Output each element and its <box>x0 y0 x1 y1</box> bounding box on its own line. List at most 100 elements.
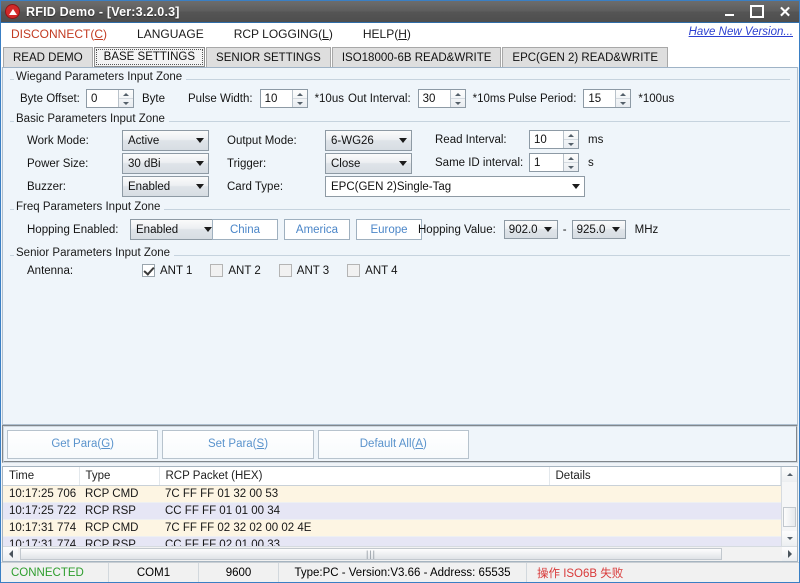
chevron-down-icon[interactable] <box>394 138 411 143</box>
chevron-down-icon[interactable] <box>567 184 584 189</box>
senior-group: Senior Parameters Input Zone <box>10 247 790 262</box>
region-europe-button[interactable]: Europe <box>356 219 422 240</box>
chevron-down-icon[interactable] <box>540 227 557 232</box>
hopping-value-to-select[interactable]: 925.0 <box>571 220 626 239</box>
menu-language[interactable]: LANGUAGE <box>137 26 218 42</box>
hopping-value-unit: MHz <box>634 223 659 236</box>
out-interval-field: Out Interval: *10ms <box>348 89 505 108</box>
tab-senior-settings[interactable]: SENIOR SETTINGS <box>206 47 331 67</box>
buzzer-value: Enabled <box>128 180 171 193</box>
pulse-period-down-icon[interactable] <box>616 99 630 107</box>
freq-group-title: Freq Parameters Input Zone <box>14 201 165 213</box>
close-icon[interactable]: ✕ <box>771 1 799 22</box>
have-new-version-link[interactable]: Have New Version... <box>689 26 793 38</box>
hopping-enabled-select[interactable]: Enabled <box>130 219 217 240</box>
output-mode-field: Output Mode: 6-WG26 <box>227 130 412 151</box>
work-mode-select[interactable]: Active <box>122 130 209 151</box>
out-interval-input[interactable] <box>418 90 450 107</box>
chevron-down-icon[interactable] <box>191 138 208 143</box>
tab-read-demo[interactable]: READ DEMO <box>3 47 93 67</box>
tab-base-settings[interactable]: BASE SETTINGS <box>93 47 206 67</box>
byte-offset-input[interactable] <box>87 90 118 107</box>
out-interval-label: Out Interval: <box>348 92 411 105</box>
log-horizontal-scrollbar[interactable]: ||| <box>3 546 797 561</box>
pulse-period-up-icon[interactable] <box>616 90 631 99</box>
out-interval-up-icon[interactable] <box>450 90 465 99</box>
buzzer-select[interactable]: Enabled <box>122 176 209 197</box>
log-vertical-scrollbar[interactable] <box>781 467 797 546</box>
table-row[interactable]: 10:17:25 706 RCP CMD 7C FF FF 01 32 00 5… <box>3 485 781 503</box>
scroll-down-icon[interactable] <box>782 531 797 546</box>
out-interval-stepper[interactable] <box>417 89 466 108</box>
set-para-button[interactable]: Set Para(S) <box>162 429 314 459</box>
checkbox-checked-icon[interactable] <box>142 264 155 277</box>
chevron-down-icon[interactable] <box>608 227 625 232</box>
default-all-button[interactable]: Default All(A) <box>317 429 469 459</box>
checkbox-unchecked-icon[interactable] <box>347 264 361 277</box>
out-interval-down-icon[interactable] <box>451 99 465 107</box>
read-interval-input[interactable] <box>530 131 563 148</box>
chevron-down-icon[interactable] <box>191 184 208 189</box>
same-id-interval-input[interactable] <box>530 154 563 171</box>
power-size-select[interactable]: 30 dBi <box>122 153 209 174</box>
table-row[interactable]: 10:17:31 774 RCP CMD 7C FF FF 02 32 02 0… <box>3 519 781 537</box>
chevron-down-icon[interactable] <box>191 161 208 166</box>
byte-offset-down-icon[interactable] <box>119 99 133 107</box>
pulse-period-input[interactable] <box>584 90 616 107</box>
tab-epc-gen2[interactable]: EPC(GEN 2) READ&WRITE <box>502 47 669 67</box>
output-mode-value: 6-WG26 <box>331 134 374 147</box>
output-mode-select[interactable]: 6-WG26 <box>325 130 412 151</box>
same-id-interval-stepper[interactable] <box>529 153 579 172</box>
scroll-up-icon[interactable] <box>782 467 797 482</box>
status-error-message: 操作 ISO6B 失败 <box>537 567 624 580</box>
read-interval-up-icon[interactable] <box>564 131 578 140</box>
antenna-1-label: ANT 1 <box>160 264 193 277</box>
trigger-select[interactable]: Close <box>325 153 412 174</box>
byte-offset-stepper[interactable] <box>86 89 134 108</box>
read-interval-down-icon[interactable] <box>564 140 578 148</box>
scroll-grip-icon: ||| <box>365 549 376 559</box>
read-interval-stepper[interactable] <box>529 130 579 149</box>
pulse-width-up-icon[interactable] <box>292 90 307 99</box>
card-type-select[interactable]: EPC(GEN 2)Single-Tag <box>325 176 585 197</box>
column-header-packet[interactable]: RCP Packet (HEX) <box>159 467 550 486</box>
chevron-down-icon[interactable] <box>394 161 411 166</box>
antenna-2-checkbox[interactable]: ANT 2 <box>210 264 261 277</box>
vertical-scroll-track[interactable] <box>782 482 797 531</box>
get-para-button[interactable]: Get Para(G) <box>7 429 159 459</box>
region-china-button[interactable]: China <box>212 219 278 240</box>
horizontal-scroll-thumb[interactable]: ||| <box>20 548 722 560</box>
antenna-2-label: ANT 2 <box>228 264 261 277</box>
region-america-button[interactable]: America <box>284 219 350 240</box>
column-header-details[interactable]: Details <box>549 467 781 486</box>
table-row[interactable]: 10:17:25 722 RCP RSP CC FF FF 01 01 00 3… <box>3 502 781 520</box>
cell-packet: 7C FF FF 02 32 02 00 02 4E <box>159 519 549 537</box>
cell-time: 10:17:25 722 <box>3 502 79 520</box>
menu-disconnect[interactable]: DISCONNECT(C) <box>11 26 121 42</box>
vertical-scroll-thumb[interactable] <box>783 507 796 527</box>
tab-bar: READ DEMO BASE SETTINGS SENIOR SETTINGS … <box>1 45 799 67</box>
maximize-icon[interactable] <box>743 1 771 22</box>
byte-offset-up-icon[interactable] <box>119 90 133 99</box>
horizontal-scroll-track[interactable]: ||| <box>18 547 782 561</box>
menu-help[interactable]: HELP(H) <box>363 26 425 42</box>
antenna-4-checkbox[interactable]: ANT 4 <box>347 264 398 277</box>
checkbox-unchecked-icon[interactable] <box>210 264 224 277</box>
column-header-time[interactable]: Time <box>3 467 80 486</box>
same-id-up-icon[interactable] <box>564 154 578 163</box>
antenna-1-checkbox[interactable]: ANT 1 <box>142 264 192 277</box>
column-header-type[interactable]: Type <box>79 467 160 486</box>
hopping-value-from-select[interactable]: 902.0 <box>503 220 558 239</box>
same-id-down-icon[interactable] <box>564 163 578 171</box>
checkbox-unchecked-icon[interactable] <box>278 264 292 277</box>
pulse-width-stepper[interactable] <box>259 89 308 108</box>
antenna-3-checkbox[interactable]: ANT 3 <box>278 264 329 277</box>
minimize-icon[interactable] <box>715 1 743 22</box>
pulse-width-down-icon[interactable] <box>293 99 307 107</box>
pulse-period-stepper[interactable] <box>583 89 632 108</box>
tab-iso18000-6b[interactable]: ISO18000-6B READ&WRITE <box>331 47 502 67</box>
scroll-right-icon[interactable] <box>782 547 797 561</box>
menu-rcp-logging[interactable]: RCP LOGGING(L) <box>234 26 347 42</box>
scroll-left-icon[interactable] <box>3 547 18 561</box>
pulse-width-input[interactable] <box>260 90 292 107</box>
